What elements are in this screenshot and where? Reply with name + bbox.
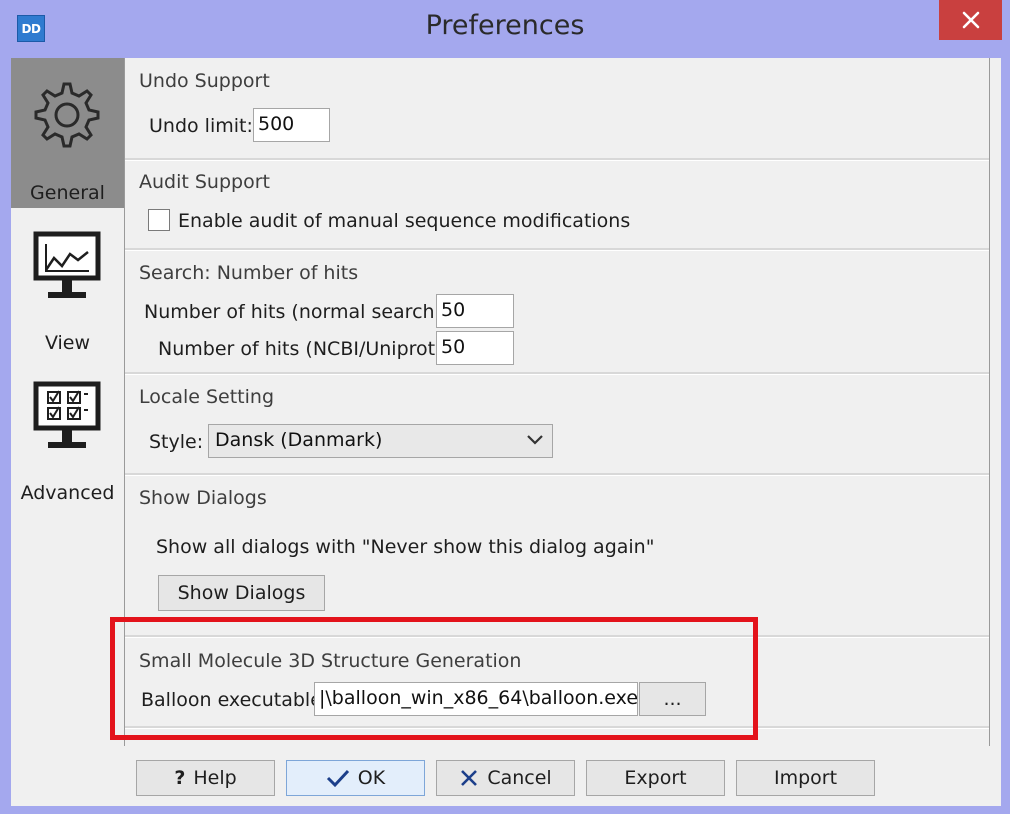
locale-style-select[interactable]: Dansk (Danmark) — [208, 424, 553, 458]
section-title-locale: Locale Setting — [139, 386, 275, 408]
divider — [125, 158, 989, 161]
divider — [125, 372, 989, 375]
section-title-search: Search: Number of hits — [139, 262, 359, 284]
ncbi-hits-label: Number of hits (NCBI/Uniprot): — [158, 338, 449, 360]
normal-search-hits-label: Number of hits (normal search): — [144, 301, 449, 323]
section-title-audit: Audit Support — [139, 171, 270, 193]
ok-button[interactable]: OK — [286, 760, 425, 796]
undo-limit-label: Undo limit: — [149, 115, 253, 137]
close-icon — [962, 11, 979, 29]
section-title-undo: Undo Support — [139, 70, 270, 92]
section-title-dialogs: Show Dialogs — [139, 487, 267, 509]
gear-icon — [34, 82, 100, 148]
sidebar-item-label: General — [30, 182, 105, 204]
ncbi-hits-input[interactable]: 50 — [436, 331, 514, 365]
sidebar-item-label: Advanced — [20, 482, 115, 504]
cancel-icon — [461, 770, 478, 786]
show-dialogs-button[interactable]: Show Dialogs — [158, 575, 325, 611]
checkmark-icon — [326, 769, 349, 788]
ok-label: OK — [357, 767, 386, 789]
monitor-checklist-icon — [33, 381, 101, 448]
window-title: Preferences — [425, 10, 585, 41]
dialogs-description: Show all dialogs with "Never show this d… — [156, 536, 655, 558]
help-icon: ? — [174, 767, 186, 789]
import-button[interactable]: Import — [736, 760, 875, 796]
chevron-down-icon — [527, 435, 543, 445]
cancel-button[interactable]: Cancel — [436, 760, 575, 796]
sidebar-item-label: View — [44, 332, 91, 354]
locale-style-value: Dansk (Danmark) — [215, 429, 383, 451]
undo-limit-input[interactable]: 500 — [253, 108, 330, 142]
locale-style-label: Style: — [149, 431, 204, 453]
close-button[interactable] — [939, 0, 1002, 40]
divider — [125, 473, 989, 476]
sidebar: General View Advanced — [11, 58, 125, 746]
sidebar-item-view[interactable]: View — [11, 210, 124, 360]
export-button[interactable]: Export — [586, 760, 725, 796]
audit-checkbox[interactable] — [148, 209, 170, 231]
divider — [125, 248, 989, 251]
help-button[interactable]: ? Help — [136, 760, 275, 796]
highlight-box — [110, 617, 758, 740]
help-label: Help — [193, 767, 237, 789]
sidebar-item-general[interactable]: General — [11, 58, 124, 208]
sidebar-item-advanced[interactable]: Advanced — [11, 360, 124, 510]
audit-checkbox-label[interactable]: Enable audit of manual sequence modifica… — [178, 210, 630, 232]
monitor-chart-icon — [33, 231, 101, 298]
cancel-label: Cancel — [487, 767, 552, 789]
normal-search-hits-input[interactable]: 50 — [436, 294, 514, 328]
